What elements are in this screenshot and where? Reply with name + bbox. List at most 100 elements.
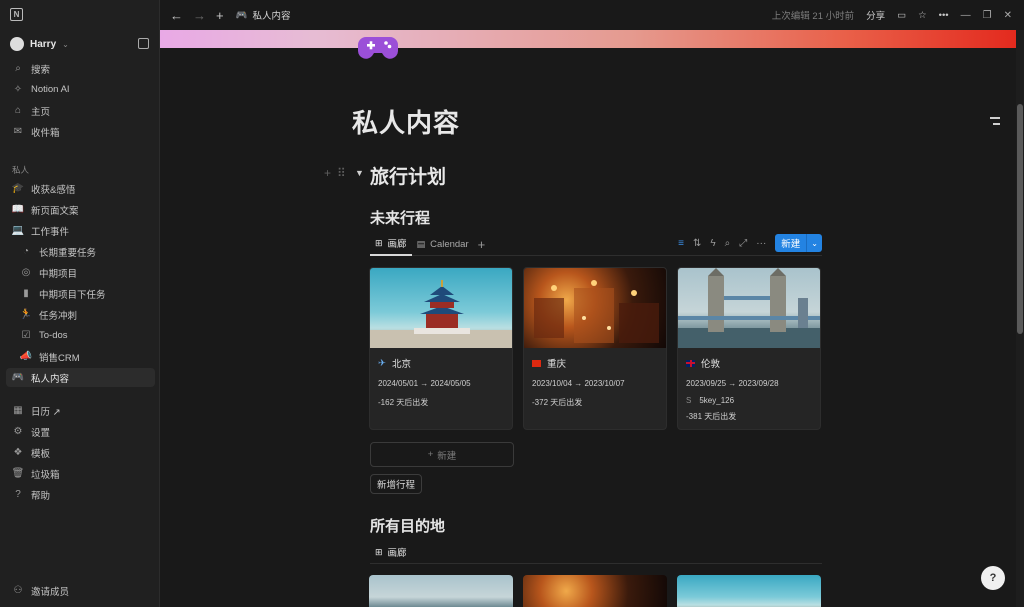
- automation-icon[interactable]: ϟ: [710, 238, 715, 249]
- notion-logo-icon[interactable]: N: [10, 8, 23, 21]
- sidebar-item-notion-ai[interactable]: ✧ Notion AI: [6, 80, 155, 99]
- sidebar-item-templates[interactable]: ❖ 模板: [6, 443, 155, 462]
- maximize-icon[interactable]: ❐: [983, 10, 992, 21]
- sidebar-item-label: 收获&感悟: [31, 184, 76, 196]
- card-title: 北京: [391, 359, 411, 370]
- heading-travel-plan[interactable]: 旅行计划: [370, 162, 446, 189]
- notion-ai-help-button[interactable]: ?: [981, 566, 1005, 590]
- sidebar-item-label: 私人内容: [31, 373, 70, 385]
- sidebar-item-checkbox[interactable]: ☑ To-dos: [6, 326, 155, 345]
- section-label-private: 私人: [12, 165, 30, 175]
- checkbox-icon: ☑: [21, 330, 31, 341]
- help-icon: ?: [15, 489, 21, 500]
- calendar-icon: ▦: [13, 405, 23, 416]
- table-of-contents-icon[interactable]: [990, 117, 1000, 129]
- sidebar-item-home[interactable]: ⌂ 主页: [6, 101, 155, 120]
- new-page-icon[interactable]: [138, 38, 149, 49]
- card-date: 2023/09/25 → 2023/09/28: [686, 379, 779, 388]
- sidebar-item-laptop[interactable]: 💻 工作事件: [6, 221, 155, 240]
- scrollbar-thumb[interactable]: [1017, 104, 1023, 334]
- card-date: 2024/05/01 → 2024/05/05: [378, 379, 471, 388]
- card-title: 重庆: [547, 359, 567, 370]
- card-cover-image: [370, 268, 512, 348]
- sidebar-item-label: 工作事件: [31, 226, 70, 238]
- sidebar-item-megaphone[interactable]: 📣 销售CRM: [6, 347, 155, 366]
- tab-calendar[interactable]: ▤ Calendar: [412, 233, 474, 256]
- sidebar-item-calendar[interactable]: ▦ 日历 ↗: [6, 401, 155, 420]
- card-countdown: -372 天后出发: [532, 398, 583, 407]
- sidebar-item-runner[interactable]: 🏃 任务冲刺: [6, 305, 155, 324]
- destination-card-chongqing[interactable]: [523, 575, 667, 607]
- target-icon: ◎: [21, 267, 31, 278]
- sidebar-item-search[interactable]: ⌕ 搜索: [6, 59, 155, 78]
- toggle-triangle-icon[interactable]: ▼: [355, 168, 364, 178]
- gallery-card-london[interactable]: 伦敦 2023/09/25 → 2023/09/28 S 5key_126 -3…: [677, 267, 821, 430]
- sidebar-item-book[interactable]: 📖 新页面文案: [6, 200, 155, 219]
- add-icon[interactable]: +: [216, 8, 224, 23]
- sidebar-item-label: 帮助: [31, 490, 51, 502]
- sidebar-item-blue-book[interactable]: ▮ 中期项目下任务: [6, 284, 155, 303]
- add-block-icon[interactable]: +: [324, 166, 331, 180]
- forward-arrow-icon[interactable]: →: [193, 8, 206, 23]
- drag-handle-icon[interactable]: ⠿: [337, 166, 346, 180]
- sidebar-item-label: To-dos: [39, 330, 68, 341]
- sidebar: N Harry ⌄ ⌕ 搜索 ✧ Notion AI ⌂ 主页 ✉ 收件箱 私人 🎓 收获&感悟…: [0, 0, 160, 607]
- card-cover-image: [678, 268, 820, 348]
- topbar: ← → + 🎮 私人内容 上次编辑 21 小时前 分享 ▭ ☆ ••• — ❐ …: [160, 0, 1024, 30]
- chevron-down-icon: ⌄: [62, 39, 69, 49]
- people-icon: ⚇: [13, 585, 23, 596]
- templates-icon: ❖: [13, 447, 23, 458]
- gamepad-icon: 🎮: [11, 372, 25, 383]
- close-icon[interactable]: ✕: [1004, 10, 1012, 21]
- heading-future-trips[interactable]: 未来行程: [370, 207, 430, 228]
- page-title[interactable]: 私人内容: [352, 103, 460, 140]
- workspace-switcher[interactable]: Harry ⌄: [10, 37, 69, 51]
- share-button[interactable]: 分享: [866, 8, 885, 22]
- filter-icon[interactable]: ≡: [678, 238, 684, 249]
- add-trip-button[interactable]: 新增行程: [370, 474, 423, 494]
- gallery-card-chongqing[interactable]: 重庆 2023/10/04 → 2023/10/07 -372 天后出发: [523, 267, 667, 430]
- runner-icon: 🏃: [19, 309, 33, 320]
- breadcrumb[interactable]: 🎮 私人内容: [236, 8, 291, 23]
- tab-gallery[interactable]: ⊞ 画廊: [370, 233, 412, 256]
- sort-icon[interactable]: ⇅: [693, 238, 701, 249]
- expand-icon[interactable]: ⤢: [739, 238, 747, 249]
- comment-icon[interactable]: ▭: [897, 10, 906, 21]
- last-edited-text: 上次编辑 21 小时前: [771, 11, 855, 22]
- sidebar-item-settings[interactable]: ⚙ 设置: [6, 422, 155, 441]
- add-view-icon[interactable]: +: [478, 237, 486, 252]
- sidebar-item-gamepad[interactable]: 🎮 私人内容: [6, 368, 155, 387]
- plus-icon: +: [427, 449, 434, 460]
- sidebar-item-help[interactable]: ? 帮助: [6, 485, 155, 504]
- heading-all-destinations[interactable]: 所有目的地: [370, 515, 445, 536]
- sidebar-item-graduation[interactable]: 🎓 收获&感悟: [6, 179, 155, 198]
- invite-members-button[interactable]: ⚇ 邀请成员: [6, 581, 155, 600]
- minimize-icon[interactable]: —: [961, 10, 971, 21]
- more-icon[interactable]: •••: [939, 10, 949, 21]
- sidebar-item-target[interactable]: ◎ 中期项目: [6, 263, 155, 282]
- back-arrow-icon[interactable]: ←: [170, 8, 183, 23]
- workspace-name: Harry: [30, 38, 57, 50]
- gallery-card-beijing[interactable]: ✈ 北京 2024/05/01 → 2024/05/05 -162 天后出发: [369, 267, 513, 430]
- more-icon[interactable]: ···: [756, 238, 766, 249]
- settings-icon: ⚙: [13, 426, 23, 437]
- destination-card-london[interactable]: [369, 575, 513, 607]
- page-cover[interactable]: [160, 30, 1016, 48]
- gamepad-page-icon[interactable]: [358, 33, 398, 63]
- sidebar-item-label: Notion AI: [31, 84, 70, 95]
- tab-gallery-label: 画廊: [387, 239, 407, 250]
- card-cover-image: [524, 268, 666, 348]
- new-row-button[interactable]: + 新建: [370, 442, 514, 467]
- view-tabs-destinations: ⊞ 画廊: [370, 541, 822, 564]
- sidebar-item-label: 搜索: [31, 64, 51, 76]
- inbox-icon: ✉: [13, 126, 23, 137]
- star-icon[interactable]: ☆: [918, 10, 927, 21]
- chevron-down-icon[interactable]: ⌄: [806, 234, 822, 252]
- sidebar-item-inbox[interactable]: ✉ 收件箱: [6, 122, 155, 141]
- sidebar-item-trash[interactable]: 🗑 垃圾箱: [6, 464, 155, 483]
- tab-gallery[interactable]: ⊞ 画廊: [370, 541, 412, 564]
- new-button[interactable]: 新建 ⌄: [775, 234, 822, 252]
- destination-card-beijing[interactable]: [677, 575, 821, 607]
- sidebar-item-pie[interactable]: ◔ 长期重要任务: [6, 242, 155, 261]
- search-icon[interactable]: ⌕: [725, 238, 731, 249]
